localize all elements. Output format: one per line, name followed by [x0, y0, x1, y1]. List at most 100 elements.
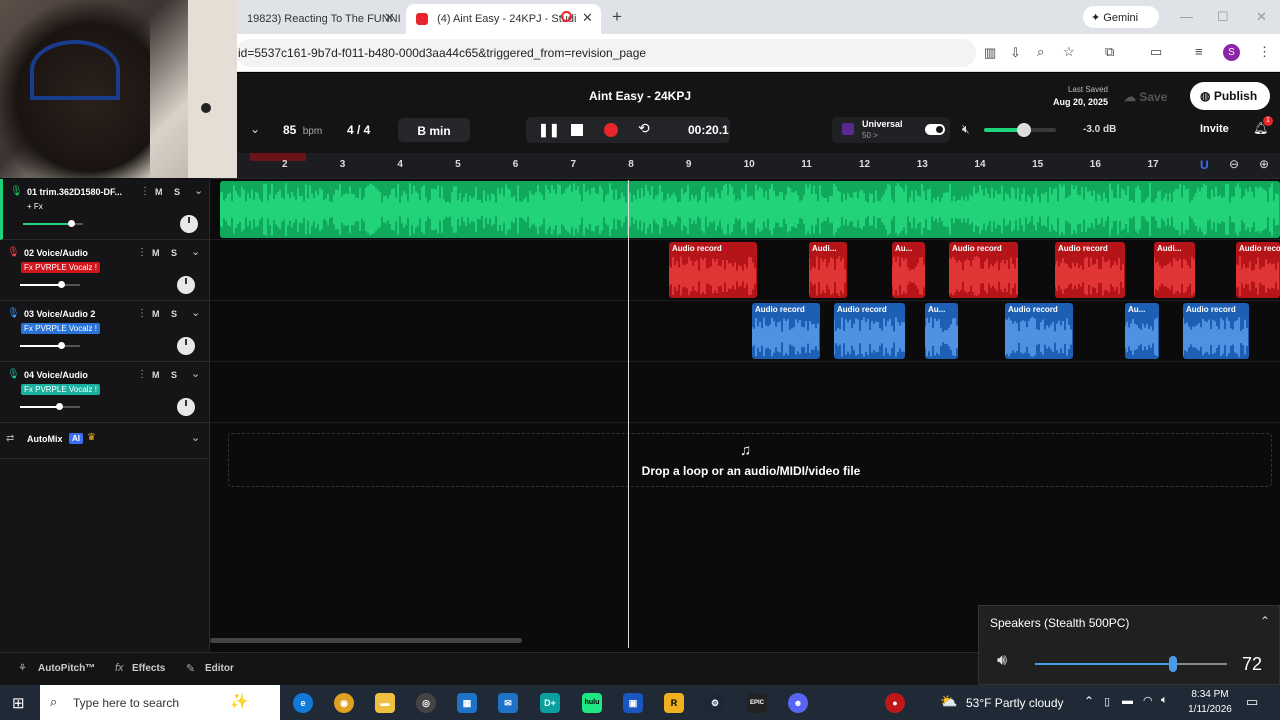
audio-record-clip[interactable]: Audio record	[949, 242, 1018, 298]
pause-icon[interactable]: ❚❚	[538, 122, 560, 138]
automix-row[interactable]: ⇄ AutoMix AI ♛ ⌄	[0, 423, 210, 459]
pan-knob[interactable]	[177, 337, 195, 355]
microphone-icon[interactable]: 🎙︎	[10, 186, 23, 197]
fx-preset-badge[interactable]: Fx PVRPLE Vocalz !	[21, 323, 100, 334]
audio-record-clip[interactable]: Audi...	[1154, 242, 1195, 298]
side-panel-icon[interactable]: ▭	[1150, 44, 1162, 60]
solo-button[interactable]: S	[174, 187, 180, 197]
solo-button[interactable]: S	[171, 370, 177, 380]
fx-preset-badge[interactable]: Fx PVRPLE Vocalz !	[21, 262, 100, 273]
app-icon-blue[interactable]: ▣	[623, 693, 643, 713]
windows-start-icon[interactable]: ⊞	[12, 694, 25, 712]
fx-preset-badge[interactable]: + Fx	[24, 201, 46, 212]
audio-record-clip[interactable]: Au...	[925, 303, 958, 359]
chevron-down-icon[interactable]: ⌄	[194, 184, 203, 197]
microphone-icon[interactable]: 🎙︎	[7, 369, 20, 380]
autopitch-button[interactable]: AutoPitch™	[38, 663, 95, 674]
track-header-2[interactable]: 🎙︎ 02 Voice/Audio ⋮ M S ⌄ Fx PVRPLE Vocalz !	[0, 240, 210, 301]
chevron-down-icon[interactable]: ⌄	[191, 306, 200, 319]
audio-record-clip[interactable]: Audio record	[1055, 242, 1125, 298]
audio-record-clip[interactable]: Audi...	[809, 242, 847, 298]
profile-avatar[interactable]: S	[1223, 44, 1240, 61]
weather-icon[interactable]: ⛅	[940, 693, 957, 710]
microphone-icon[interactable]: 🎙︎	[7, 308, 20, 319]
taskbar-search-box[interactable]: ⌕ Type here to search ✨	[40, 685, 280, 720]
speaker-volume-thumb[interactable]	[1169, 656, 1178, 672]
track-name[interactable]: 01 trim.362D1580-DF...	[27, 187, 137, 197]
reading-mode-icon[interactable]: ▥	[984, 45, 996, 61]
solo-button[interactable]: S	[171, 248, 177, 258]
weather-text[interactable]: 53°F Partly cloudy	[966, 696, 1064, 710]
time-signature[interactable]: 4 / 4	[347, 123, 370, 137]
track-name[interactable]: 04 Voice/Audio	[24, 370, 134, 380]
timeline-ruler[interactable]: 2 3 4 5 6 7 8 9 10 11 12 13 14 15 16 17 U ⊖ ⊕	[210, 153, 1280, 179]
audio-record-clip[interactable]: Audio record	[834, 303, 905, 359]
snap-magnet-icon[interactable]: U	[1200, 158, 1209, 172]
volume-tray-icon[interactable]: 🔈︎	[1161, 694, 1168, 707]
solo-button[interactable]: S	[171, 309, 177, 319]
audio-record-clip[interactable]: Audio record	[1236, 242, 1280, 298]
track-volume-slider[interactable]	[20, 342, 80, 349]
microphone-icon[interactable]: 🎙︎	[7, 247, 20, 258]
chevron-down-icon[interactable]: ⌄	[250, 122, 260, 136]
track-volume-slider[interactable]	[23, 220, 83, 227]
publish-button[interactable]: ◍ Publish	[1190, 82, 1270, 110]
horizontal-scrollbar[interactable]	[210, 638, 522, 643]
minimize-icon[interactable]: —	[1180, 9, 1193, 24]
pan-knob[interactable]	[177, 276, 195, 294]
drop-zone[interactable]: ♫ Drop a loop or an audio/MIDI/video fil…	[228, 433, 1272, 487]
universal-toggle[interactable]	[925, 124, 945, 135]
track-header-1[interactable]: 🎙︎ 01 trim.362D1580-DF... ⋮ M S ⌄ + Fx	[0, 179, 210, 240]
chevron-down-icon[interactable]: ⌄	[191, 367, 200, 380]
zoom-out-icon[interactable]: ⊖	[1229, 157, 1239, 171]
clock-time[interactable]: 8:34 PM	[1180, 689, 1240, 700]
url-field[interactable]: id=5537c161-9b7d-f011-b480-000d3aa44c65&…	[236, 39, 976, 67]
audio-record-clip[interactable]: Au...	[892, 242, 925, 298]
audio-record-clip[interactable]: Au...	[1125, 303, 1159, 359]
lane-track-4[interactable]	[210, 362, 1280, 423]
record-icon[interactable]	[604, 123, 618, 137]
audio-record-clip[interactable]: Audio record	[1183, 303, 1249, 359]
obs-icon[interactable]: ◎	[416, 693, 436, 713]
tray-chevron-icon[interactable]: ⌃	[1084, 694, 1094, 708]
track-menu-icon[interactable]: ⋮	[137, 308, 147, 319]
mute-button[interactable]: M	[155, 187, 163, 197]
green-audio-clip[interactable]	[220, 181, 1280, 238]
master-volume-slider[interactable]	[984, 123, 1056, 137]
clock-date[interactable]: 1/11/2026	[1180, 704, 1240, 715]
browser-tab-reacting[interactable]: 19823) Reacting To The FUNNI	[237, 4, 402, 34]
bookmark-star-icon[interactable]: ☆	[1063, 44, 1075, 60]
media-control-icon[interactable]: ≡	[1195, 44, 1203, 59]
mute-button[interactable]: M	[152, 248, 160, 258]
window-close-icon[interactable]: ✕	[1256, 9, 1267, 25]
effects-button[interactable]: Effects	[132, 663, 165, 674]
mute-button[interactable]: M	[152, 370, 160, 380]
speaker-volume-slider[interactable]	[1035, 656, 1227, 672]
pan-knob[interactable]	[177, 398, 195, 416]
mail-icon[interactable]: ✉	[498, 693, 518, 713]
audio-record-clip[interactable]: Audio record	[1005, 303, 1073, 359]
new-tab-icon[interactable]: +	[612, 7, 622, 27]
browser-tab-aint-easy[interactable]: (4) Aint Easy - 24KPJ - Studi	[406, 4, 601, 34]
track-volume-knob[interactable]	[68, 220, 75, 227]
chevron-up-icon[interactable]: ⌃	[1260, 614, 1270, 628]
mute-button[interactable]: M	[152, 309, 160, 319]
mute-speaker-icon[interactable]: 🔇︎	[962, 122, 970, 137]
audio-record-clip[interactable]: Audio record	[669, 242, 757, 298]
key-selector[interactable]: B min	[398, 118, 470, 142]
epic-games-icon[interactable]: EPIC	[747, 693, 767, 713]
rockstar-icon[interactable]: R	[664, 693, 684, 713]
track-volume-knob[interactable]	[57, 281, 65, 288]
tray-device-icon[interactable]: ▯	[1104, 695, 1110, 708]
file-explorer-icon[interactable]: ▬	[375, 693, 395, 713]
notification-center-icon[interactable]: ▭	[1246, 694, 1258, 710]
recording-app-icon[interactable]: ●	[885, 693, 905, 713]
track-menu-icon[interactable]: ⋮	[137, 247, 147, 258]
close-tab-icon[interactable]: ✕	[582, 10, 593, 26]
battery-icon[interactable]: ▬	[1122, 695, 1133, 707]
invite-button[interactable]: Invite	[1200, 123, 1229, 135]
stop-icon[interactable]	[571, 124, 583, 136]
lane-track-2[interactable]: Audio record Audi... Au... Audio record Audi…	[210, 240, 1280, 301]
maximize-icon[interactable]: ☐	[1217, 9, 1229, 25]
extensions-icon[interactable]: ⧉	[1105, 44, 1114, 60]
